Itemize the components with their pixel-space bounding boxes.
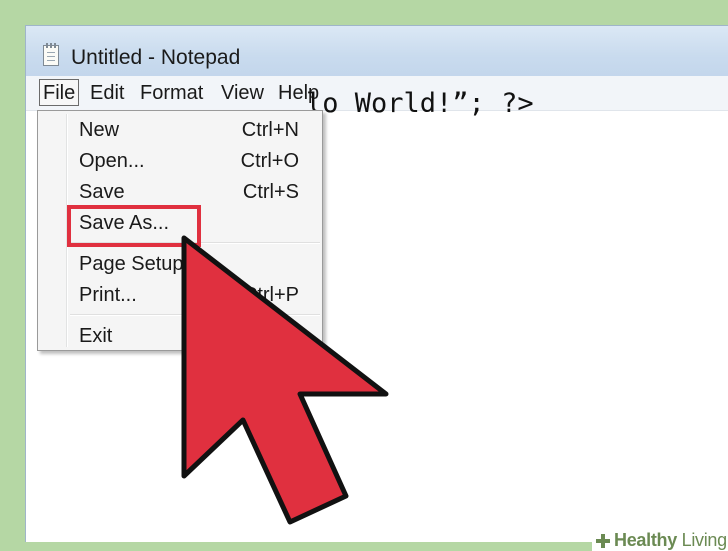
menu-item-page-setup[interactable]: Page Setup... (38, 248, 322, 278)
menu-item-new[interactable]: New Ctrl+N (38, 114, 322, 144)
menu-item-exit[interactable]: Exit (38, 320, 322, 350)
menu-file[interactable]: File (39, 79, 80, 106)
watermark-text: Healthy Living (614, 530, 727, 551)
save-as-highlight-box (67, 205, 201, 247)
menu-format[interactable]: Format (140, 82, 203, 105)
menu-item-save[interactable]: Save Ctrl+S (38, 176, 322, 206)
menu-item-label: New (79, 119, 120, 141)
menu-view[interactable]: View (221, 82, 264, 105)
title-bar[interactable]: Untitled - Notepad (26, 26, 728, 76)
menu-item-shortcut: Ctrl+N (241, 119, 299, 141)
plus-cross-icon (596, 534, 610, 548)
editor-text: lo World!”; ?> (306, 88, 534, 119)
healthy-living-watermark: Healthy Living (592, 529, 728, 551)
menu-item-label: Exit (79, 325, 113, 347)
menu-item-print[interactable]: Print... Ctrl+P (38, 279, 322, 309)
menu-item-label: Save (79, 181, 125, 203)
menu-item-shortcut: Ctrl+S (242, 181, 299, 203)
menu-item-label: Open... (79, 150, 145, 172)
menu-separator (70, 314, 320, 316)
notepad-icon (43, 43, 59, 66)
menu-item-label: Page Setup... (79, 253, 201, 275)
menu-item-shortcut: Ctrl+O (240, 150, 299, 172)
menu-item-label: Print... (79, 284, 137, 306)
watermark-brand-light: Living (676, 530, 728, 550)
menu-item-shortcut: Ctrl+P (242, 284, 299, 306)
window-title: Untitled - Notepad (71, 46, 241, 69)
menu-item-open[interactable]: Open... Ctrl+O (38, 145, 322, 175)
watermark-brand-bold: Healthy (614, 530, 677, 550)
menu-edit[interactable]: Edit (90, 82, 124, 105)
